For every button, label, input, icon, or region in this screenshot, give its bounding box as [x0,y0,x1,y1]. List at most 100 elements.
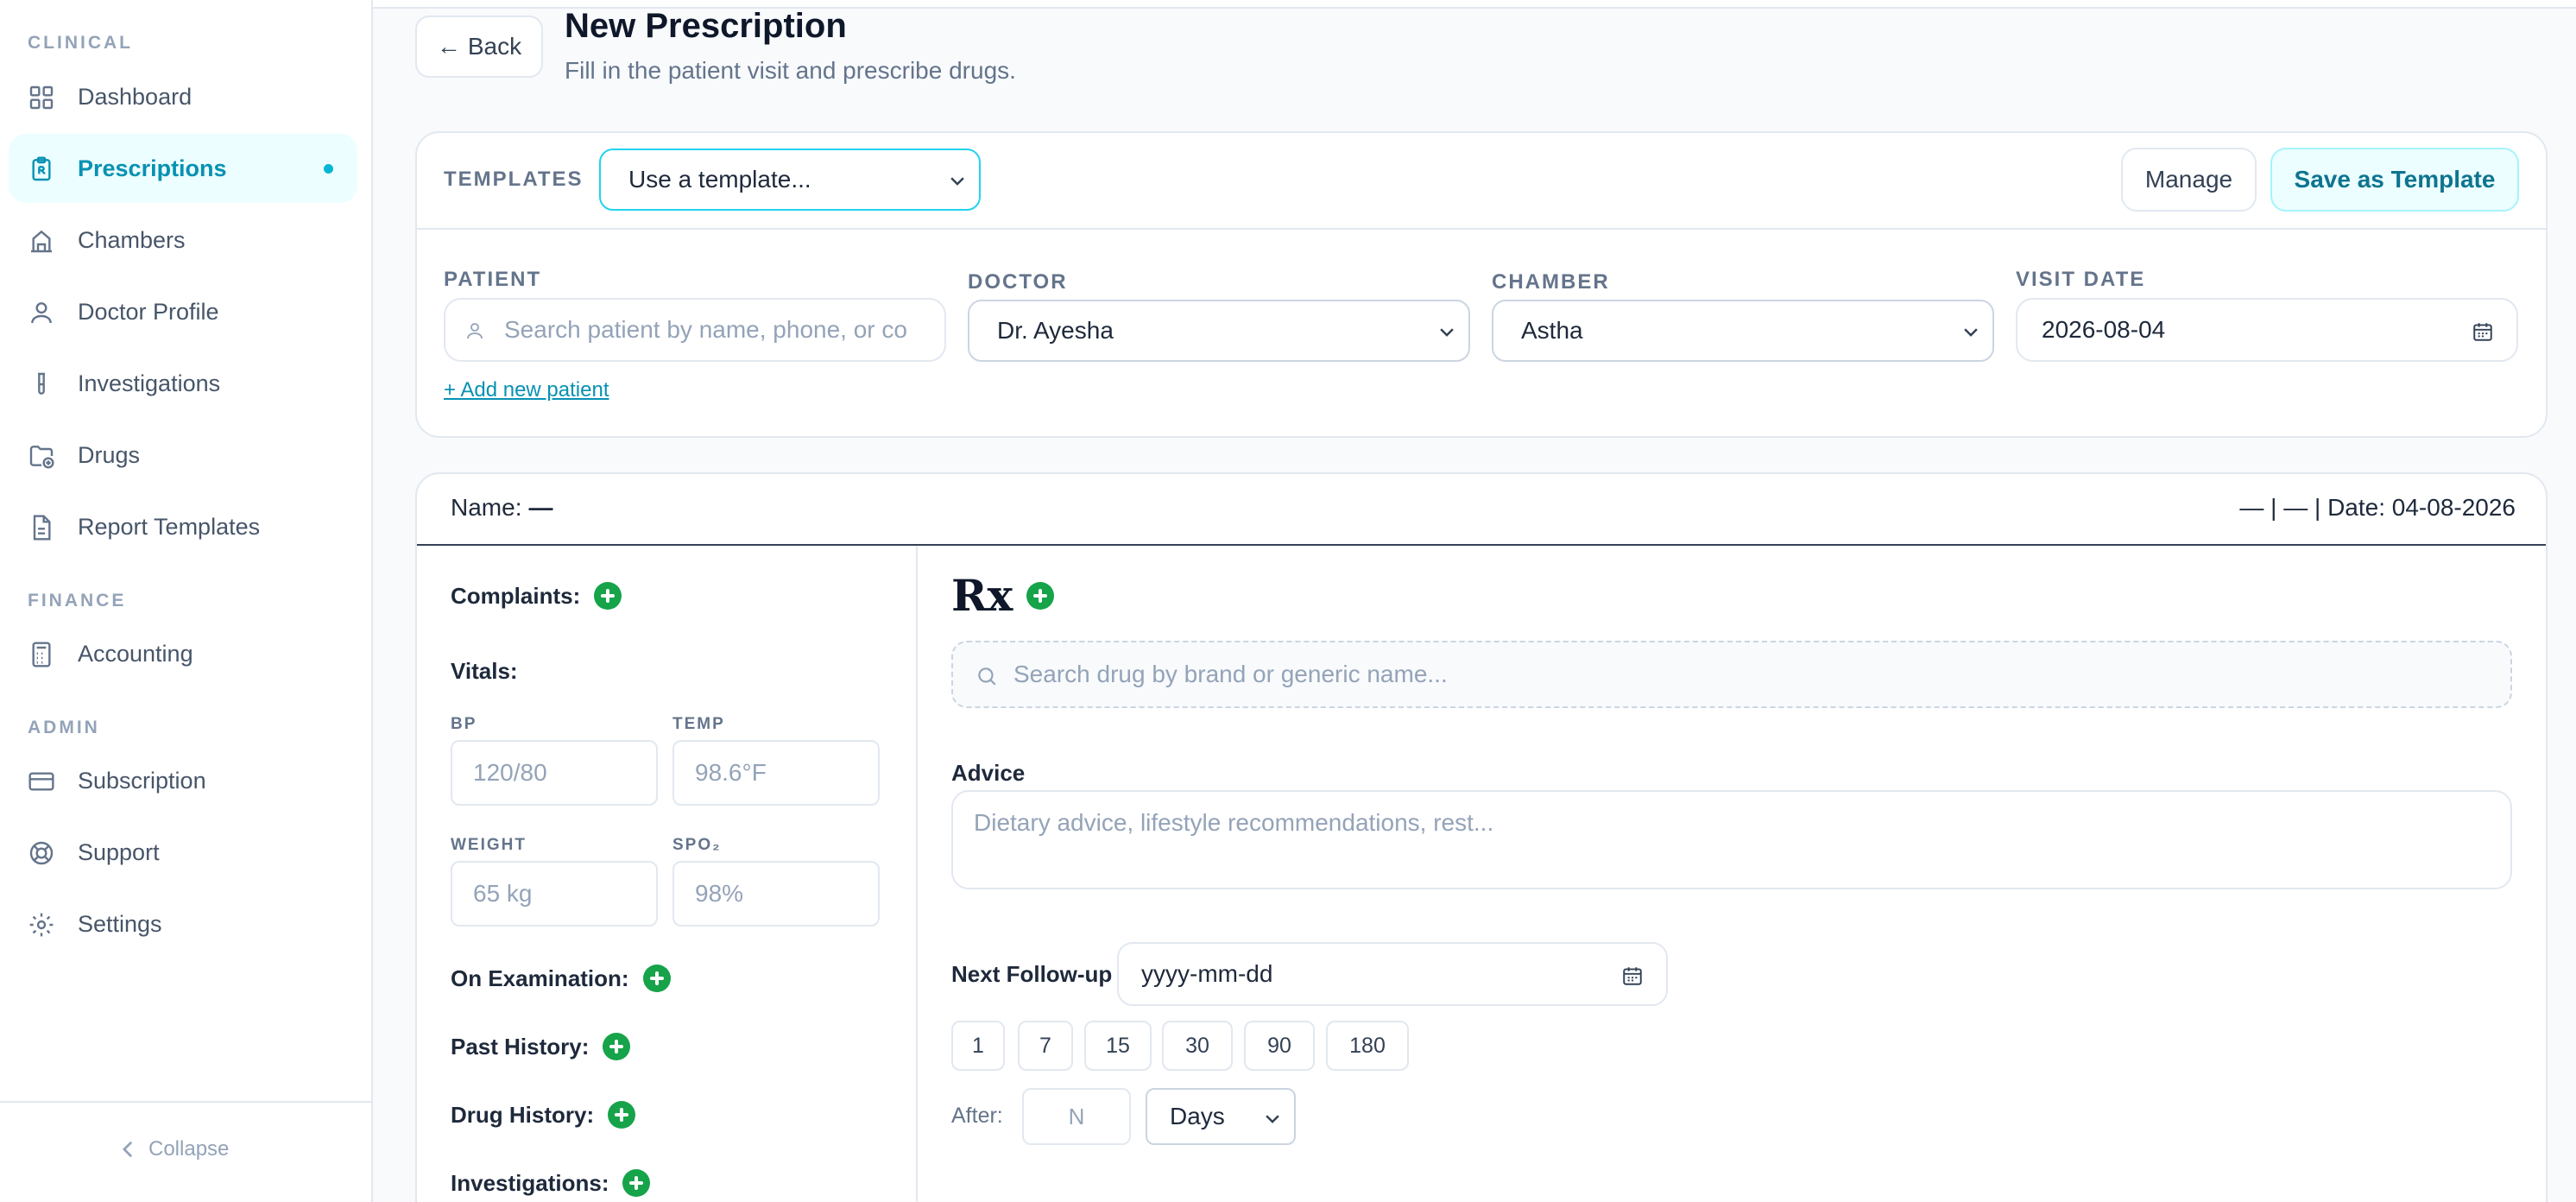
arrow-left-icon: ← [436,33,461,60]
add-investigation-button[interactable] [622,1169,651,1197]
sidebar-section-admin: ADMIN [28,718,100,737]
after-unit-value: Days [1170,1103,1225,1129]
sidebar-item-investigations[interactable]: Investigations [9,349,357,418]
user-icon [31,302,52,324]
chevron-left-icon [122,1141,133,1158]
temp-input[interactable]: 98.6°F [672,740,880,806]
chamber-label: CHAMBER [1492,270,1610,294]
complaints-label: Complaints: [451,582,581,609]
sidebar-item-label: Drugs [78,441,141,468]
drug-search-input[interactable]: Search drug by brand or generic name... [951,641,2512,708]
sidebar-item-report-templates[interactable]: Report Templates [9,492,357,561]
add-drug-button[interactable] [1026,581,1055,610]
chevron-down-icon [1266,1115,1279,1123]
sidebar-item-label: Report Templates [78,513,261,540]
chevron-down-icon [1964,328,1978,337]
sidebar-item-label: Investigations [78,370,221,396]
sidebar-item-label: Dashboard [78,83,193,110]
past-history-row: Past History: [451,1033,631,1060]
spo2-input[interactable]: 98% [672,861,880,927]
sidebar-item-subscription[interactable]: Subscription [9,746,357,815]
sidebar-item-label: Subscription [78,767,206,794]
add-drug-history-button[interactable] [608,1101,636,1129]
add-complaint-button[interactable] [594,582,622,610]
templates-label: TEMPLATES [444,168,584,191]
sidebar-item-prescriptions[interactable]: Prescriptions [9,134,357,203]
calendar-icon[interactable] [2472,320,2494,343]
user-icon [467,323,483,339]
sidebar-item-accounting[interactable]: Accounting [9,619,357,688]
visit-date-label: VISIT DATE [2016,268,2146,291]
collapse-label: Collapse [148,1137,230,1161]
page-title: New Prescription [565,7,847,45]
follow-up-date-input[interactable]: yyyy-mm-dd [1117,942,1668,1006]
manage-templates-button[interactable]: Manage [2121,148,2257,212]
follow-up-placeholder: yyyy-mm-dd [1141,960,1273,987]
doctor-label: DOCTOR [968,270,1068,294]
save-as-template-button[interactable]: Save as Template [2270,148,2519,212]
sidebar-item-dashboard[interactable]: Dashboard [9,62,357,131]
credit-card-icon [28,772,54,791]
after-count-input[interactable]: N [1022,1088,1131,1145]
sidebar-item-label: Settings [78,910,162,937]
visit-date-value: 2026-08-04 [2042,316,2166,343]
after-unit-select[interactable]: Days [1146,1088,1296,1145]
sidebar-item-support[interactable]: Support [9,818,357,887]
name-value: — [528,494,553,521]
add-examination-button[interactable] [642,965,671,992]
visit-date-input[interactable]: 2026-08-04 [2016,298,2518,362]
doctor-select-value: Dr. Ayesha [997,317,1114,344]
header-divider [417,544,2546,546]
sidebar-section-clinical: CLINICAL [28,33,133,53]
template-select[interactable]: Use a template... [599,149,981,211]
investigations-label: Investigations: [451,1169,609,1196]
drug-history-label: Drug History: [451,1101,595,1128]
folder-plus-icon [29,446,54,469]
chamber-select[interactable]: Astha [1492,300,1994,362]
advice-textarea[interactable]: Dietary advice, lifestyle recommendation… [951,790,2512,889]
patient-search-input[interactable]: Search patient by name, phone, or co [444,298,946,362]
sidebar-footer: Collapse [0,1101,371,1202]
advice-label: Advice [951,760,1026,786]
quick-day-chip[interactable]: 30 [1162,1021,1233,1071]
on-examination-row: On Examination: [451,965,671,992]
quick-day-chip[interactable]: 1 [951,1021,1005,1071]
sidebar-item-settings[interactable]: Settings [9,889,357,958]
chevron-down-icon [1440,328,1454,337]
collapse-button[interactable]: Collapse [121,1132,229,1167]
on-examination-label: On Examination: [451,965,629,991]
calculator-icon [32,642,51,667]
patient-name-row: Name: — [451,494,552,522]
add-new-patient-link[interactable]: + Add new patient [444,378,609,402]
sidebar-item-label: Prescriptions [78,155,227,181]
document-icon [33,515,51,541]
gear-icon [29,913,54,937]
patient-search-placeholder: Search patient by name, phone, or co [504,316,907,343]
quick-day-chip[interactable]: 15 [1084,1021,1152,1071]
rx-heading: Rx [951,570,1055,621]
add-past-history-button[interactable] [603,1033,631,1060]
quick-day-chip[interactable]: 90 [1244,1021,1315,1071]
chevron-down-icon [950,177,964,186]
sidebar-item-label: Doctor Profile [78,298,219,325]
name-label: Name: [451,494,522,521]
active-indicator-dot [324,164,333,174]
sidebar-section-finance: FINANCE [28,591,127,610]
sidebar-item-drugs[interactable]: Drugs [9,421,357,490]
complaints-row: Complaints: [451,582,622,610]
weight-input[interactable]: 65 kg [451,861,658,927]
sidebar-item-chambers[interactable]: Chambers [9,206,357,275]
doctor-select[interactable]: Dr. Ayesha [968,300,1470,362]
quick-day-chip[interactable]: 180 [1326,1021,1409,1071]
search-icon [978,667,996,686]
past-history-label: Past History: [451,1033,590,1060]
sidebar-item-doctor-profile[interactable]: Doctor Profile [9,277,357,346]
header-meta: — | — | Date: 04-08-2026 [2239,494,2516,521]
drug-history-row: Drug History: [451,1101,636,1129]
bp-input[interactable]: 120/80 [451,740,658,806]
back-button[interactable]: ← Back [415,16,543,78]
calendar-icon[interactable] [1621,965,1644,987]
quick-day-chip[interactable]: 7 [1018,1021,1073,1071]
rx-label: Rx [951,570,1013,621]
weight-label: WEIGHT [451,836,527,854]
